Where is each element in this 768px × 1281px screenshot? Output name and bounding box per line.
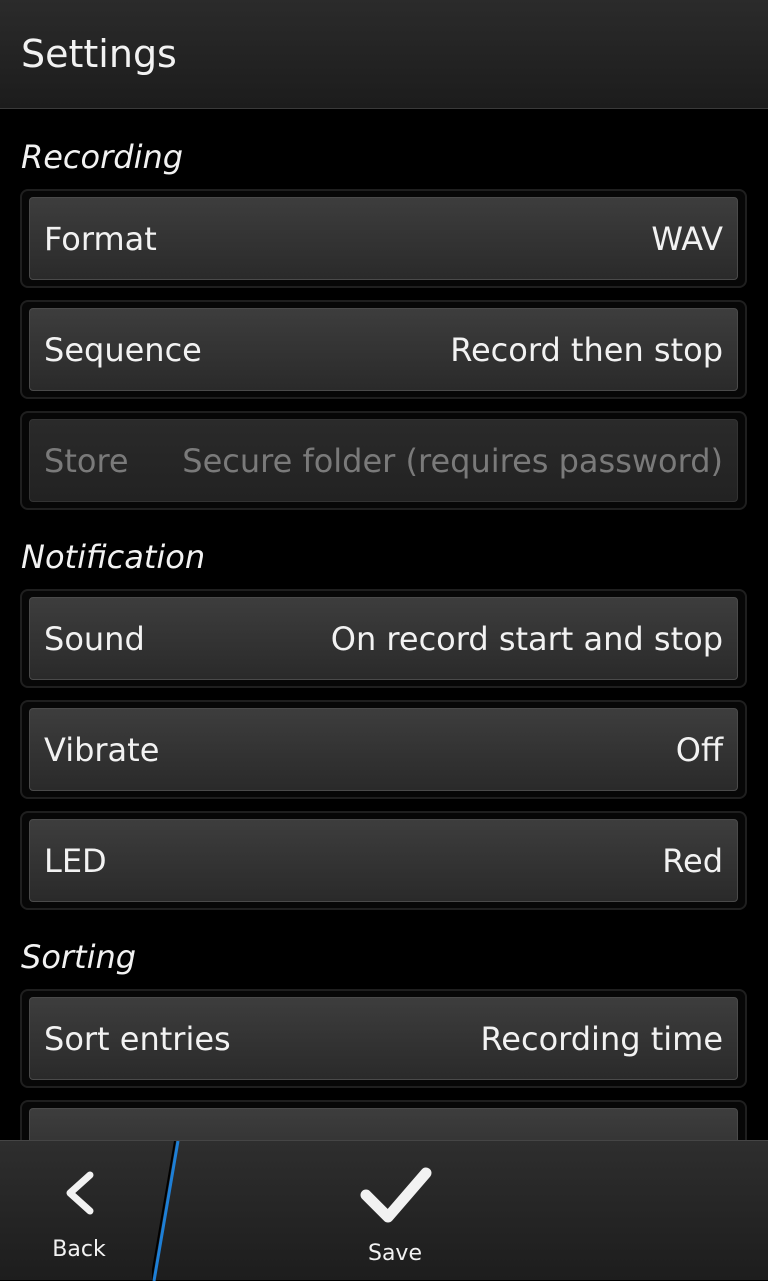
setting-label: Sound bbox=[44, 619, 145, 658]
setting-label: Store bbox=[44, 441, 129, 480]
section-header-notification: Notification bbox=[21, 538, 206, 576]
setting-value: WAV bbox=[651, 219, 723, 258]
setting-row-sound[interactable]: Sound On record start and stop bbox=[20, 589, 747, 688]
setting-row-sort-entries[interactable]: Sort entries Recording time bbox=[20, 989, 747, 1088]
setting-value: Recording time bbox=[480, 1019, 723, 1058]
setting-value: Off bbox=[675, 730, 723, 769]
sound-dropdown[interactable]: Sound On record start and stop bbox=[29, 597, 738, 680]
settings-list[interactable]: Recording Format WAV Sequence Record the… bbox=[0, 110, 768, 1140]
section-header-recording: Recording bbox=[21, 138, 184, 176]
section-header-sorting: Sorting bbox=[21, 938, 137, 976]
setting-row-format[interactable]: Format WAV bbox=[20, 189, 747, 288]
action-bar: Back Save bbox=[0, 1140, 768, 1281]
sequence-dropdown[interactable]: Sequence Record then stop bbox=[29, 308, 738, 391]
vibrate-dropdown[interactable]: Vibrate Off bbox=[29, 708, 738, 791]
save-button[interactable]: Save bbox=[330, 1141, 460, 1281]
store-dropdown: Store Secure folder (requires password) bbox=[29, 419, 738, 502]
setting-row-partial[interactable] bbox=[20, 1100, 747, 1140]
setting-row-store: Store Secure folder (requires password) bbox=[20, 411, 747, 510]
setting-label: Format bbox=[44, 219, 157, 258]
setting-label: Sequence bbox=[44, 330, 202, 369]
setting-label: Sort entries bbox=[44, 1019, 231, 1058]
setting-row-vibrate[interactable]: Vibrate Off bbox=[20, 700, 747, 799]
setting-label: Vibrate bbox=[44, 730, 160, 769]
back-button[interactable]: Back bbox=[0, 1141, 170, 1281]
action-bar-divider bbox=[152, 1141, 180, 1281]
partial-dropdown[interactable] bbox=[29, 1108, 738, 1140]
setting-row-sequence[interactable]: Sequence Record then stop bbox=[20, 300, 747, 399]
chevron-left-icon bbox=[66, 1171, 94, 1215]
title-bar: Settings bbox=[0, 0, 768, 109]
save-label: Save bbox=[367, 1241, 422, 1266]
setting-value: On record start and stop bbox=[330, 619, 723, 658]
setting-value: Secure folder (requires password) bbox=[182, 441, 723, 480]
setting-value: Record then stop bbox=[450, 330, 723, 369]
setting-row-led[interactable]: LED Red bbox=[20, 811, 747, 910]
setting-value: Red bbox=[662, 841, 723, 880]
led-dropdown[interactable]: LED Red bbox=[29, 819, 738, 902]
setting-label: LED bbox=[44, 841, 107, 880]
back-label: Back bbox=[52, 1237, 106, 1262]
format-dropdown[interactable]: Format WAV bbox=[29, 197, 738, 280]
checkmark-icon bbox=[360, 1167, 432, 1223]
page-title: Settings bbox=[21, 32, 177, 76]
sort-entries-dropdown[interactable]: Sort entries Recording time bbox=[29, 997, 738, 1080]
